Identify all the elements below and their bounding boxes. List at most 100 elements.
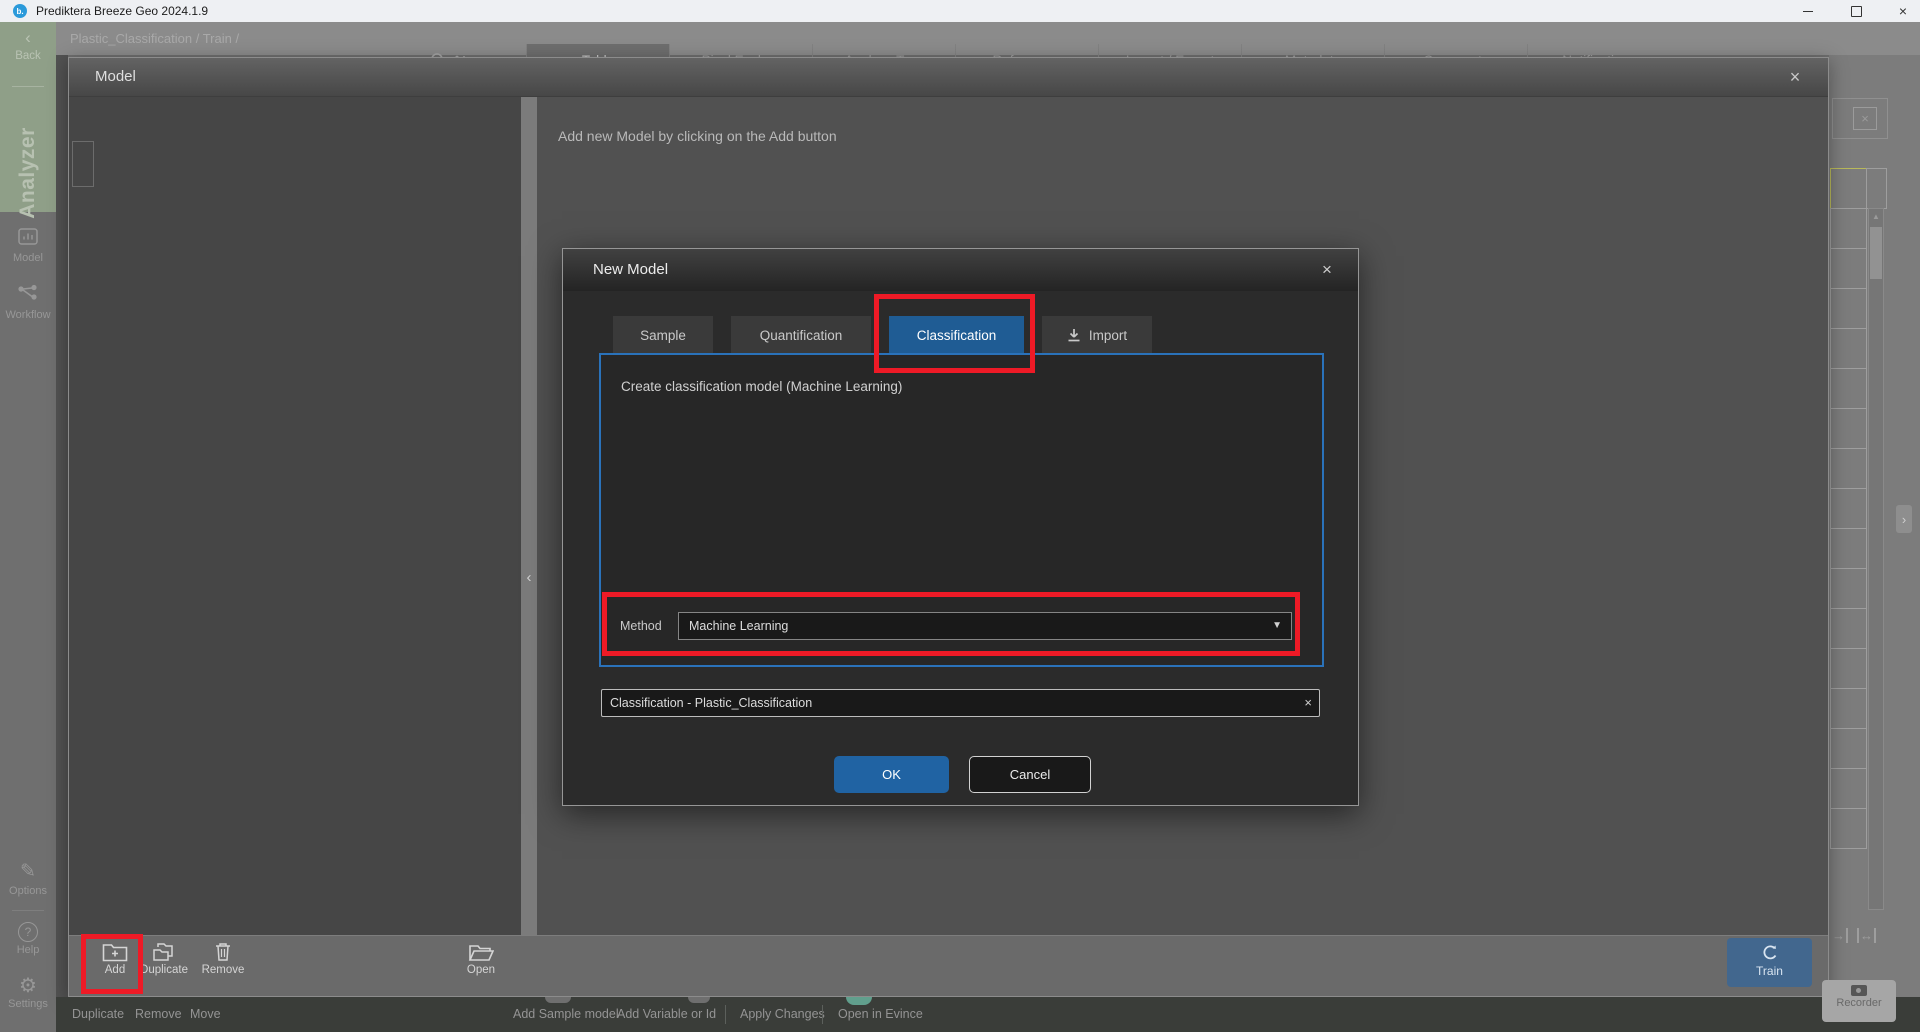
scrollbar-thumb[interactable] (1870, 227, 1882, 279)
app-root: b. Prediktera Breeze Geo 2024.1.9 × Plas… (0, 0, 1920, 1032)
sidebar-item-options[interactable]: ✎ Options (0, 860, 56, 897)
dialog-tab-quantification[interactable]: Quantification (731, 316, 871, 354)
folder-open-icon (468, 941, 494, 962)
table-cell[interactable] (1830, 488, 1867, 529)
model-window-close-icon[interactable]: × (1780, 58, 1810, 96)
add-label: Add (92, 964, 138, 976)
open-model-button[interactable]: Open (452, 941, 510, 976)
restore-icon (1851, 6, 1862, 17)
table-cell[interactable] (1830, 208, 1867, 249)
method-value: Machine Learning (689, 613, 788, 639)
model-window-title: Model (95, 58, 136, 96)
remove-model-button[interactable]: Remove (196, 941, 250, 976)
cancel-button[interactable]: Cancel (969, 756, 1091, 793)
gear-icon: ⚙ (0, 976, 56, 996)
table-cell[interactable] (1830, 408, 1867, 449)
model-toolbar: Add Duplicate Remove (69, 935, 1828, 996)
tab-classification-label: Classification (917, 328, 997, 343)
duplicate-icon (151, 941, 177, 962)
help-icon: ? (18, 922, 38, 942)
pencil-icon: ✎ (0, 860, 56, 883)
fit-width-icon[interactable]: ↔ (1857, 928, 1876, 943)
restore-button[interactable] (1841, 0, 1871, 22)
breadcrumb[interactable]: Plastic_Classification / Train / (70, 22, 239, 55)
table-cell[interactable] (1830, 568, 1867, 609)
train-button[interactable]: Train (1727, 938, 1812, 987)
dialog-tab-import[interactable]: Import (1042, 316, 1152, 354)
sidebar-divider-2 (12, 910, 44, 911)
add-variable-or-id-button[interactable]: Add Variable or Id (617, 997, 716, 1032)
clear-name-icon[interactable]: × (1304, 689, 1312, 717)
collapse-chevron-icon[interactable]: ‹ (521, 565, 537, 589)
sidebar-settings-label: Settings (0, 998, 56, 1010)
sidebar-brand: Analyzer (0, 118, 56, 228)
folder-plus-icon (102, 941, 128, 962)
table-cell[interactable] (1830, 288, 1867, 329)
sidebar-workflow-label: Workflow (0, 309, 56, 321)
minimize-icon (1803, 11, 1813, 12)
tab-quantification-label: Quantification (760, 328, 843, 343)
background-panel-close-icon[interactable]: × (1853, 107, 1877, 130)
top-toolbar: Plastic_Classification / Train / Table P… (0, 22, 1920, 55)
table-cell[interactable] (1830, 688, 1867, 729)
duplicate-model-button[interactable]: Duplicate (134, 941, 194, 976)
background-scrollbar[interactable]: ▲ (1868, 208, 1884, 910)
background-table-column (1830, 168, 1867, 849)
table-cell-highlighted[interactable] (1830, 168, 1867, 209)
table-cell[interactable] (1830, 528, 1867, 569)
table-cell[interactable] (1830, 448, 1867, 489)
open-in-evince-button[interactable]: Open in Evince (838, 997, 923, 1032)
minimize-button[interactable] (1793, 0, 1823, 22)
method-label: Method (620, 619, 662, 633)
tab-import-label: Import (1089, 328, 1127, 343)
sidebar-item-model[interactable]: Model (0, 228, 56, 264)
panel-splitter[interactable]: ‹ (521, 97, 537, 935)
dialog-title: New Model (593, 249, 668, 291)
table-cell[interactable] (1830, 368, 1867, 409)
table-cell[interactable] (1830, 608, 1867, 649)
add-model-hint: Add new Model by clicking on the Add but… (558, 128, 837, 144)
dialog-tab-classification[interactable]: Classification (889, 316, 1024, 354)
table-cell[interactable] (1866, 168, 1887, 209)
method-dropdown[interactable]: Machine Learning ▼ (678, 612, 1292, 640)
download-icon (1067, 328, 1081, 342)
train-label: Train (1727, 964, 1812, 978)
bottom-remove-button[interactable]: Remove (135, 997, 182, 1032)
model-icon (18, 228, 38, 245)
dialog-tab-sample[interactable]: Sample (613, 316, 713, 354)
table-cell[interactable] (1830, 648, 1867, 689)
sidebar-item-help[interactable]: ? Help (0, 922, 56, 956)
sidebar-item-settings[interactable]: ⚙ Settings (0, 976, 56, 1010)
background-train-panel: × ▲ › → ↔ (1829, 55, 1920, 1005)
close-window-button[interactable]: × (1888, 0, 1918, 22)
sidebar-help-label: Help (0, 944, 56, 956)
apply-changes-button[interactable]: Apply Changes (740, 997, 825, 1032)
tab-sample-label: Sample (640, 328, 686, 343)
recorder-button[interactable]: Recorder (1822, 980, 1896, 1022)
sidebar-back-label[interactable]: Back (0, 50, 56, 62)
sidebar-divider (12, 86, 44, 87)
recorder-camera-icon (1851, 985, 1867, 996)
add-sample-model-button[interactable]: Add Sample model (513, 997, 619, 1032)
dimmed-gap (56, 55, 68, 997)
table-cell[interactable] (1830, 728, 1867, 769)
scroll-up-icon[interactable]: ▲ (1869, 209, 1883, 223)
app-logo-icon: b. (13, 4, 27, 18)
table-cell[interactable] (1830, 328, 1867, 369)
back-chevron-icon[interactable]: ‹ (0, 28, 56, 48)
ok-button[interactable]: OK (834, 756, 949, 793)
bottom-move-button[interactable]: Move (190, 997, 221, 1032)
dialog-titlebar: New Model × (563, 249, 1358, 291)
table-cell[interactable] (1830, 768, 1867, 809)
chevron-down-icon: ▼ (1272, 613, 1282, 639)
table-cell[interactable] (1830, 808, 1867, 849)
bottom-duplicate-button[interactable]: Duplicate (72, 997, 124, 1032)
add-model-button[interactable]: Add (92, 941, 138, 976)
sidebar-item-workflow[interactable]: Workflow (0, 284, 56, 321)
dialog-close-icon[interactable]: × (1312, 249, 1342, 291)
arrow-to-end-icon[interactable]: → (1832, 928, 1848, 943)
table-cell[interactable] (1830, 248, 1867, 289)
model-name-input[interactable] (601, 689, 1320, 717)
panel-expander-handle[interactable]: › (1896, 505, 1912, 533)
bottom-action-bar: Duplicate Remove Move Add Sample model A… (56, 997, 1920, 1032)
